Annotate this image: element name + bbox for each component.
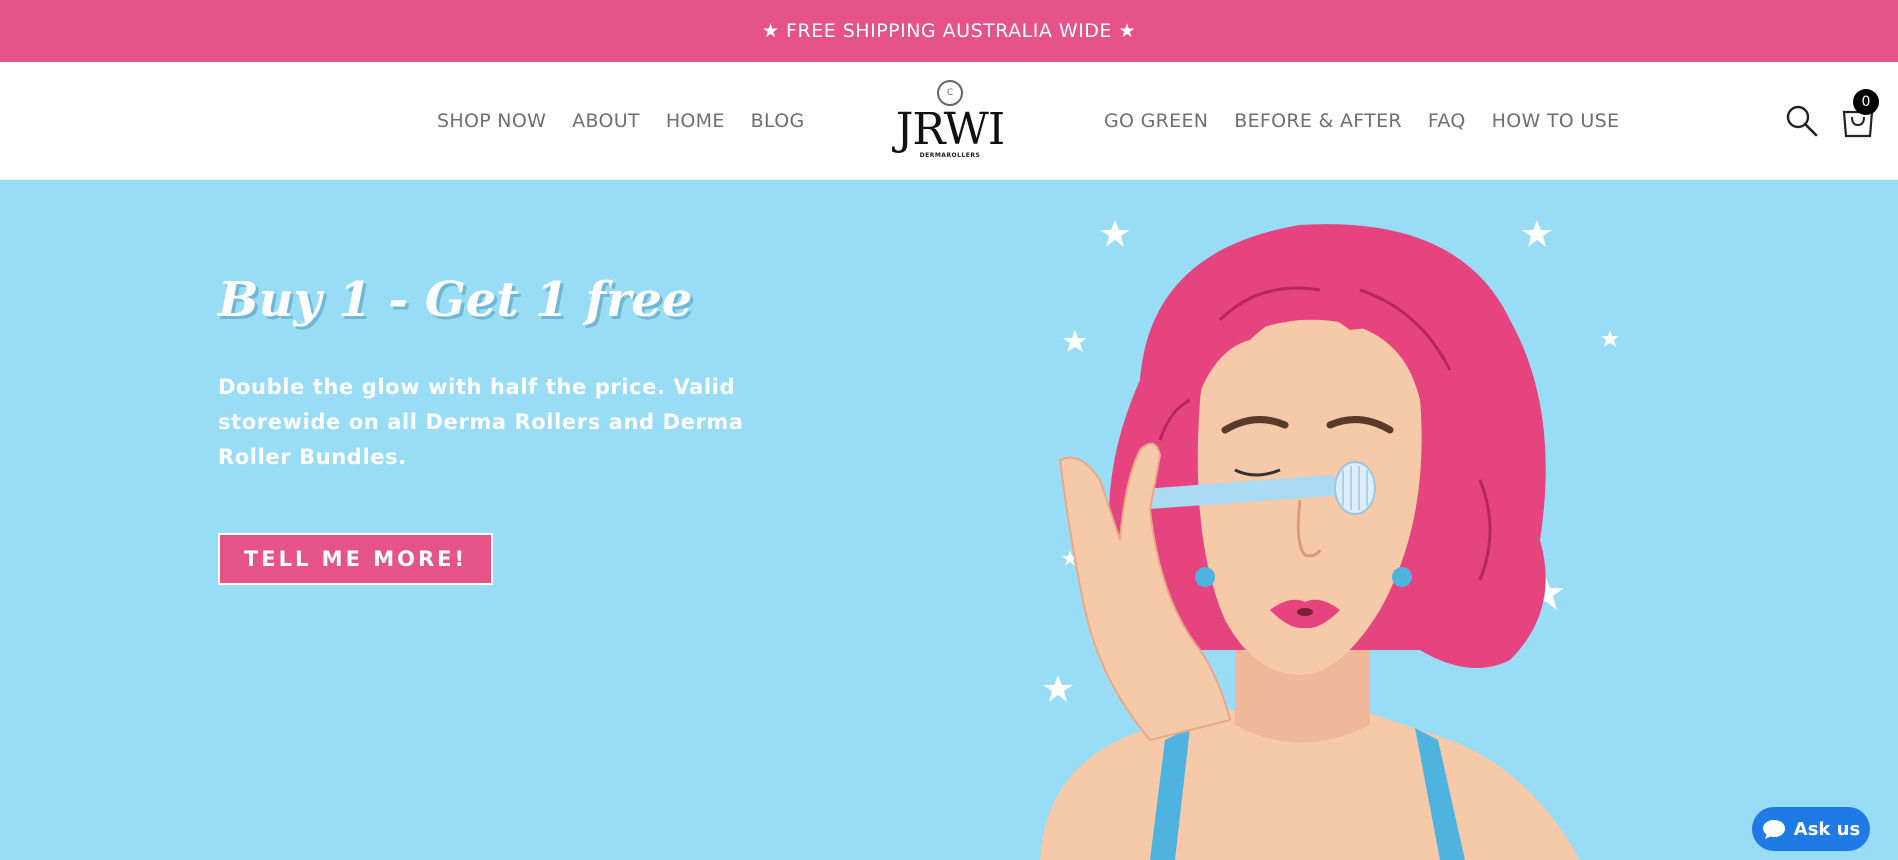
nav-faq[interactable]: FAQ [1428, 110, 1466, 132]
hero-description: Double the glow with half the price. Val… [218, 375, 744, 469]
tell-me-more-button[interactable]: TELL ME MORE! [218, 533, 493, 585]
nav-how-to-use[interactable]: HOW TO USE [1492, 110, 1620, 132]
announcement-text: ★ FREE SHIPPING AUSTRALIA WIDE ★ [761, 20, 1137, 42]
nav-left: SHOP NOW ABOUT HOME BLOG [437, 62, 805, 180]
site-logo[interactable]: C JRWI DERMAROLLERS [895, 80, 1005, 165]
nav-shop-now[interactable]: SHOP NOW [437, 110, 546, 132]
ask-us-label: Ask us [1793, 818, 1861, 840]
nav-go-green[interactable]: GO GREEN [1104, 110, 1208, 132]
nav-home[interactable]: HOME [666, 110, 725, 132]
chat-bubble-icon [1762, 820, 1785, 839]
woman-with-derma-roller-illustration [1040, 220, 1619, 860]
site-header: SHOP NOW ABOUT HOME BLOG C JRWI DERMAROL… [0, 62, 1898, 180]
ask-us-chat-button[interactable]: Ask us [1752, 807, 1870, 851]
hero-banner: Buy 1 - Get 1 free Double the glow with … [0, 180, 1898, 860]
nav-about[interactable]: ABOUT [572, 110, 640, 132]
nav-before-after[interactable]: BEFORE & AFTER [1234, 110, 1402, 132]
logo-wordmark: JRWI [895, 104, 1005, 155]
nav-blog[interactable]: BLOG [751, 110, 805, 132]
nav-right: GO GREEN BEFORE & AFTER FAQ HOW TO USE [1104, 62, 1619, 180]
hero-title: Buy 1 - Get 1 free [218, 272, 693, 328]
logo-mark: C [937, 80, 963, 106]
search-icon[interactable] [1785, 104, 1819, 138]
announcement-bar: ★ FREE SHIPPING AUSTRALIA WIDE ★ [0, 0, 1898, 62]
cart-count-badge: 0 [1853, 89, 1879, 115]
